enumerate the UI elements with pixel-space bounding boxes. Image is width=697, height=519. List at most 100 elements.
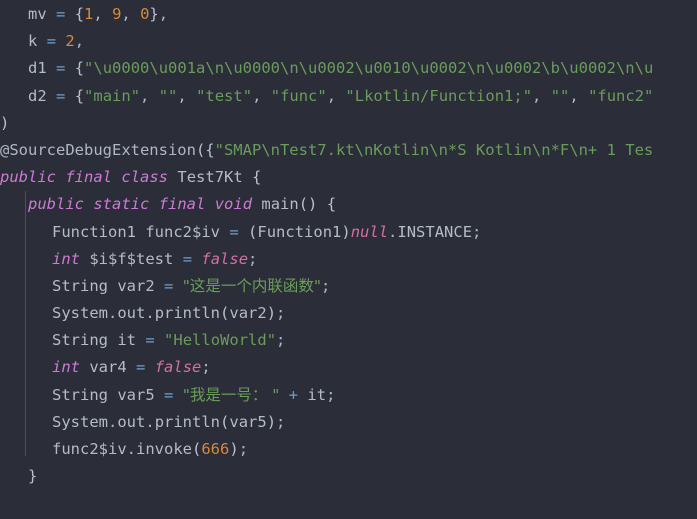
token-op: =: [56, 5, 66, 23]
token-anno: @SourceDebugExtension: [0, 140, 196, 159]
token-punct: .: [126, 440, 136, 458]
token-punct: ,: [569, 86, 589, 105]
token-kw: class: [121, 168, 169, 187]
token-type: String: [52, 331, 108, 350]
token-brace: ({: [195, 140, 215, 159]
code-line[interactable]: mv = {1, 9, 0},: [0, 1, 697, 28]
token-ident: var2: [117, 276, 155, 295]
token-str: "我是一号： ": [182, 385, 280, 404]
token-punct: ,: [326, 86, 346, 105]
token-type: System: [52, 304, 108, 323]
token-ident: out: [117, 412, 146, 431]
token-brace: {: [326, 195, 337, 214]
token-punct: ,: [121, 5, 141, 23]
code-line[interactable]: k = 2,: [0, 28, 697, 55]
code-line[interactable]: ): [0, 110, 697, 137]
code-line[interactable]: int $i$f$test = false;: [0, 246, 697, 273]
code-line[interactable]: @SourceDebugExtension({"SMAP\nTest7.kt\n…: [0, 137, 697, 164]
code-line[interactable]: Function1 func2$iv = (Function1)null.INS…: [0, 219, 697, 246]
token-punct: .: [145, 304, 155, 323]
token-ident: it: [117, 331, 137, 350]
token-ident: k: [28, 32, 38, 51]
token-op: =: [182, 249, 193, 268]
token-str: "\u0000\u001a\n\u0000\n\u0002\u0010\u000…: [84, 59, 654, 78]
token-op: =: [164, 385, 174, 404]
code-line[interactable]: int var4 = false;: [0, 354, 697, 381]
code-line[interactable]: d2 = {"main", "", "test", "func", "Lkotl…: [0, 83, 697, 110]
code-line[interactable]: System.out.println(var5);: [0, 409, 697, 436]
token-punct: ;: [472, 222, 482, 241]
code-line[interactable]: }: [0, 463, 697, 490]
token-punct: .: [108, 304, 118, 323]
code-editor-pane[interactable]: mv = {1, 9, 0}, k = 2, d1 = {"\u0000\u001a…: [0, 0, 697, 519]
token-ident: invoke: [136, 440, 192, 458]
token-kw: int: [52, 358, 80, 377]
code-line[interactable]: System.out.println(var2);: [0, 300, 697, 327]
code-line[interactable]: String it = "HelloWorld";: [0, 327, 697, 354]
token-ident: func2$iv: [52, 440, 127, 458]
token-op: =: [164, 276, 174, 295]
code-line[interactable]: public final class Test7Kt {: [0, 164, 697, 191]
token-num: 2: [65, 32, 75, 51]
token-punct: .: [388, 222, 398, 241]
token-str: "func2": [588, 86, 654, 105]
token-ident: out: [117, 304, 146, 323]
code-line[interactable]: String var2 = "这是一个内联函数";: [0, 273, 697, 300]
token-punct: ;: [276, 304, 286, 323]
code-content[interactable]: mv = {1, 9, 0}, k = 2, d1 = {"\u0000\u001a…: [0, 0, 697, 490]
token-kw: public: [28, 195, 84, 214]
code-line[interactable]: d1 = {"\u0000\u001a\n\u0000\n\u0002\u001…: [0, 55, 697, 82]
token-brace: ): [341, 222, 351, 241]
token-brace: {: [74, 59, 85, 78]
token-brace: (: [220, 412, 230, 431]
code-line[interactable]: func2$iv.invoke(666);: [0, 436, 697, 463]
token-op: =: [56, 59, 66, 78]
token-brace: {: [74, 86, 85, 105]
token-op: +: [288, 385, 299, 404]
token-punct: ;: [201, 358, 211, 377]
token-str: "func": [270, 86, 327, 105]
token-punct: ,: [93, 5, 113, 23]
token-brace: ): [229, 440, 239, 458]
token-brace: {: [252, 168, 262, 187]
token-ident: var2: [229, 304, 267, 323]
token-kw: final: [65, 168, 113, 187]
token-punct: ,: [177, 86, 197, 105]
token-num: 9: [112, 5, 122, 23]
code-line[interactable]: String var5 = "我是一号： " + it;: [0, 382, 697, 409]
token-punct: ,: [532, 86, 551, 105]
token-ident: $i$f$test: [89, 249, 174, 268]
token-str: "这是一个内联函数": [182, 276, 321, 295]
token-ident: println: [154, 412, 221, 431]
token-str: "": [158, 86, 178, 105]
token-kw: public: [0, 168, 56, 187]
token-punct: ;: [248, 249, 258, 268]
token-kw: int: [52, 249, 80, 268]
token-kw2: false: [201, 249, 249, 268]
token-ident: println: [154, 304, 221, 323]
token-punct: ,: [158, 5, 169, 23]
code-line[interactable]: public static final void main() {: [0, 191, 697, 218]
